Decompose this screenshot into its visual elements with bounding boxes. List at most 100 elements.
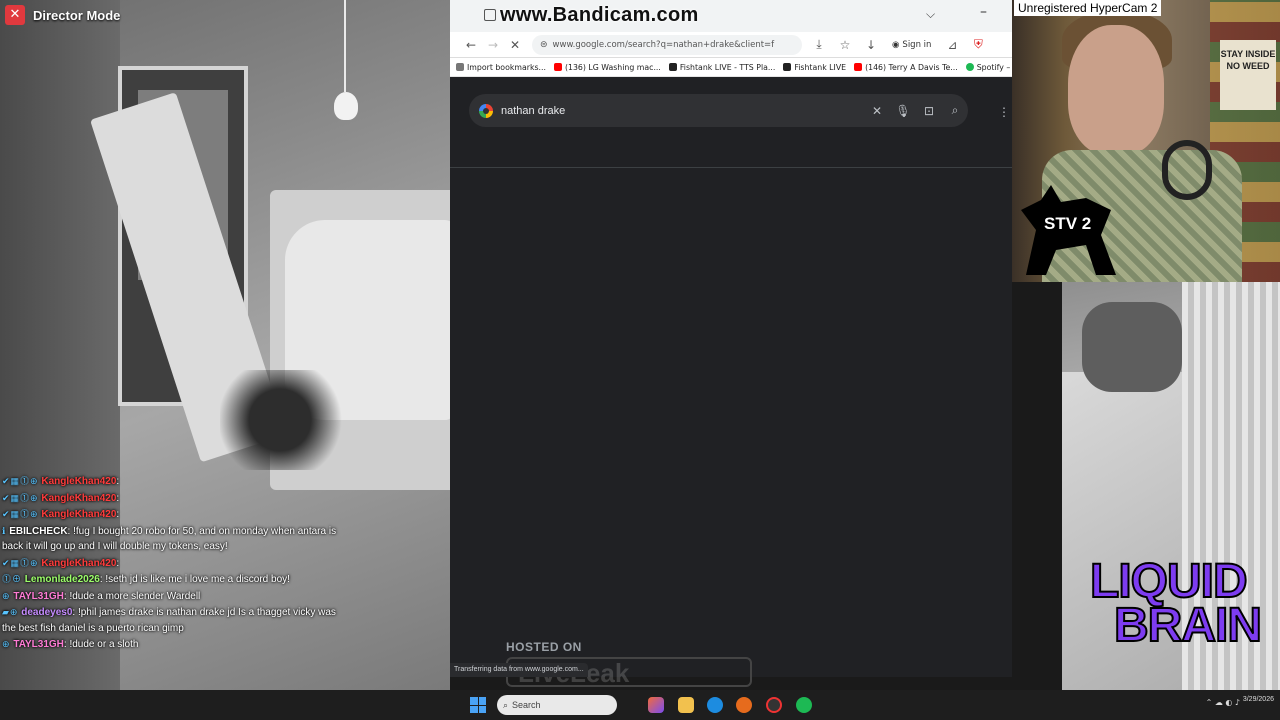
forward-button[interactable]: → — [482, 34, 504, 56]
chat-username: KangleKhan420 — [41, 476, 117, 487]
search-icon[interactable]: ⌕ — [942, 103, 968, 118]
windows-taskbar: ⌕ Search ⌃ ☁ ◐ ♪ 3/29/2026 — [0, 690, 1280, 720]
chat-badges: ✔▦⓵⊕ — [2, 476, 39, 486]
bookmark-import-icon — [456, 63, 464, 71]
spotify-icon — [965, 63, 974, 71]
chat-username: deadeyes0 — [21, 607, 73, 618]
chat-username: Lemonlade2026 — [24, 574, 100, 585]
clear-icon[interactable]: ✕ — [864, 104, 890, 118]
hosted-on-label: HOSTED ON — [506, 640, 582, 654]
director-mode-title: Director Mode — [33, 7, 121, 23]
bookmark-item[interactable]: Spotify – Web Pla — [965, 62, 1012, 72]
back-button[interactable]: ← — [460, 34, 482, 56]
file-explorer-icon[interactable] — [678, 697, 694, 713]
director-mode-bar: ✕ Director Mode — [0, 0, 450, 30]
shield-icon[interactable]: ⛨ — [967, 34, 989, 56]
microphone-icon[interactable]: 🎙 — [890, 104, 916, 118]
chat-message: ▰⊕ deadeyes0: !phil james drake is natha… — [2, 607, 336, 634]
sleeping-person — [1082, 302, 1182, 392]
close-icon[interactable]: ✕ — [5, 5, 25, 25]
search-query[interactable]: nathan drake — [501, 105, 864, 117]
bookmark-label: (146) Terry A Davis Te... — [865, 62, 958, 72]
account-icon: ◉ — [892, 39, 900, 50]
bookmark-item[interactable]: Fishtank LIVE - TTS Pla... — [668, 62, 776, 72]
minimize-button[interactable]: – — [980, 4, 987, 20]
obs-icon[interactable] — [766, 697, 782, 713]
hanging-lamp — [334, 92, 358, 120]
address-bar[interactable]: ⊜ www.google.com/search?q=nathan+drake&c… — [532, 34, 802, 55]
chat-badges: ⊕ — [2, 639, 11, 649]
logo-line-2: BRAIN — [1113, 599, 1263, 652]
system-tray[interactable]: ⌃ ☁ ◐ ♪ — [1206, 698, 1240, 707]
logo-line-1: LIQUID — [1089, 555, 1249, 608]
chat-username: TAYL31GH — [13, 639, 64, 650]
fishtank-icon — [668, 63, 677, 71]
chat-text: !dude a more slender Wardell — [69, 590, 201, 602]
taskbar-clock[interactable]: 3/29/2026 — [1243, 694, 1274, 705]
floor-clutter — [220, 370, 370, 470]
bookmark-item[interactable]: (136) LG Washing mac... — [553, 62, 661, 72]
liquid-brain-logo: LIQUID BRAIN — [1089, 555, 1280, 670]
chat-badges: ▰⊕ — [2, 607, 19, 617]
chat-text: !dude or a sloth — [69, 639, 139, 650]
bandicam-watermark: www.Bandicam.com — [500, 4, 699, 26]
chat-badges: ✔▦⓵⊕ — [2, 492, 39, 503]
stay-inside-sign: STAY INSIDE NO WEED — [1220, 40, 1276, 110]
streamer-face — [1068, 25, 1164, 155]
search-input[interactable]: nathan drake ✕ 🎙 ⊡ ⌕ — [469, 94, 968, 127]
firefox-icon[interactable] — [736, 697, 752, 713]
bookmark-label: (136) LG Washing mac... — [564, 62, 661, 72]
hypercam-watermark: Unregistered HyperCam 2 — [1014, 0, 1162, 16]
chat-message: ⓵⊕ Lemonlade2026: !seth jd is like me i … — [2, 574, 290, 585]
taskbar-search-label: Search — [512, 700, 541, 710]
spotify-icon[interactable] — [796, 697, 812, 713]
lens-icon[interactable]: ⊡ — [916, 104, 942, 118]
copilot-icon[interactable] — [648, 697, 664, 713]
bookmark-label: Fishtank LIVE - TTS Pla... — [679, 62, 776, 72]
bookmark-item[interactable]: Fishtank LIVE — [783, 63, 846, 72]
chat-message: ⊕ TAYL31GH: !dude a more slender Wardell — [2, 590, 201, 602]
stop-loading-button[interactable]: ✕ — [504, 34, 526, 56]
chat-overlay: ✔▦⓵⊕ KangleKhan420: ✔▦⓵⊕ KangleKhan420: … — [2, 474, 337, 654]
chat-badges: ✔▦⓵⊕ — [2, 509, 39, 519]
chat-badges: ✔▦⓵⊕ — [2, 557, 39, 568]
windows-start-icon[interactable] — [470, 697, 486, 713]
chevron-down-icon[interactable]: ⌵ — [926, 7, 935, 22]
bookmark-item[interactable]: (146) Terry A Davis Te... — [854, 63, 958, 72]
chat-username: KangleKhan420 — [41, 492, 117, 504]
bookmark-item[interactable]: Import bookmarks... — [456, 63, 546, 72]
youtube-icon — [553, 63, 562, 71]
status-bubble: Transferring data from www.google.com... — [450, 663, 588, 677]
site-info-icon[interactable]: ⊜ — [540, 40, 548, 50]
chat-message: ✔▦⓵⊕ KangleKhan420: — [2, 476, 120, 487]
chat-badges: ⊕ — [2, 590, 11, 601]
edge-icon[interactable] — [707, 697, 723, 713]
sign-in-label: Sign in — [902, 39, 932, 50]
download-icon[interactable]: ⤓ — [808, 34, 830, 56]
chat-message: ✔▦⓵⊕ KangleKhan420: — [2, 557, 120, 569]
tab-actions-icon[interactable] — [484, 9, 496, 21]
stream-scene: ✕ Director Mode ✔▦⓵⊕ KangleKhan420: ✔▦⓵⊕… — [0, 0, 1280, 720]
sign-in-button[interactable]: ◉ Sign in — [886, 38, 937, 52]
extensions-icon[interactable]: ⊿ — [941, 34, 963, 56]
url-text: www.google.com/search?q=nathan+drake&cli… — [552, 39, 775, 50]
chat-message: ✔▦⓵⊕ KangleKhan420: — [2, 492, 120, 504]
youtube-icon — [854, 63, 863, 71]
bookmark-star-icon[interactable]: ☆ — [834, 34, 856, 56]
google-logo-icon[interactable] — [479, 103, 493, 118]
taskbar-search[interactable]: ⌕ Search — [497, 695, 617, 715]
toolbar-right: ⤓ ☆ ↓ ◉ Sign in ⊿ ⛨ — [808, 34, 989, 56]
bookmarks-bar: Import bookmarks... (136) LG Washing mac… — [450, 58, 1012, 77]
chat-username: TAYL31GH — [13, 590, 64, 602]
headset — [1162, 140, 1212, 200]
chat-username: KangleKhan420 — [41, 509, 117, 520]
downloads-icon[interactable]: ↓ — [860, 34, 882, 56]
fishtank-icon — [783, 63, 792, 71]
tab-bar: www.Bandicam.com ⌵ – — [450, 0, 1012, 32]
bookmark-label: Fishtank LIVE — [794, 62, 847, 72]
chat-message: ⊕ TAYL31GH: !dude or a sloth — [2, 639, 139, 650]
chat-text: !seth jd is like me i love me a discord … — [105, 574, 290, 585]
browser-window: www.Bandicam.com ⌵ – ← → ✕ ⊜ www.google.… — [450, 0, 1034, 687]
navigation-bar: ← → ✕ ⊜ www.google.com/search?q=nathan+d… — [450, 32, 1012, 58]
bookmark-label: Spotify – Web Pla — [976, 62, 1012, 72]
